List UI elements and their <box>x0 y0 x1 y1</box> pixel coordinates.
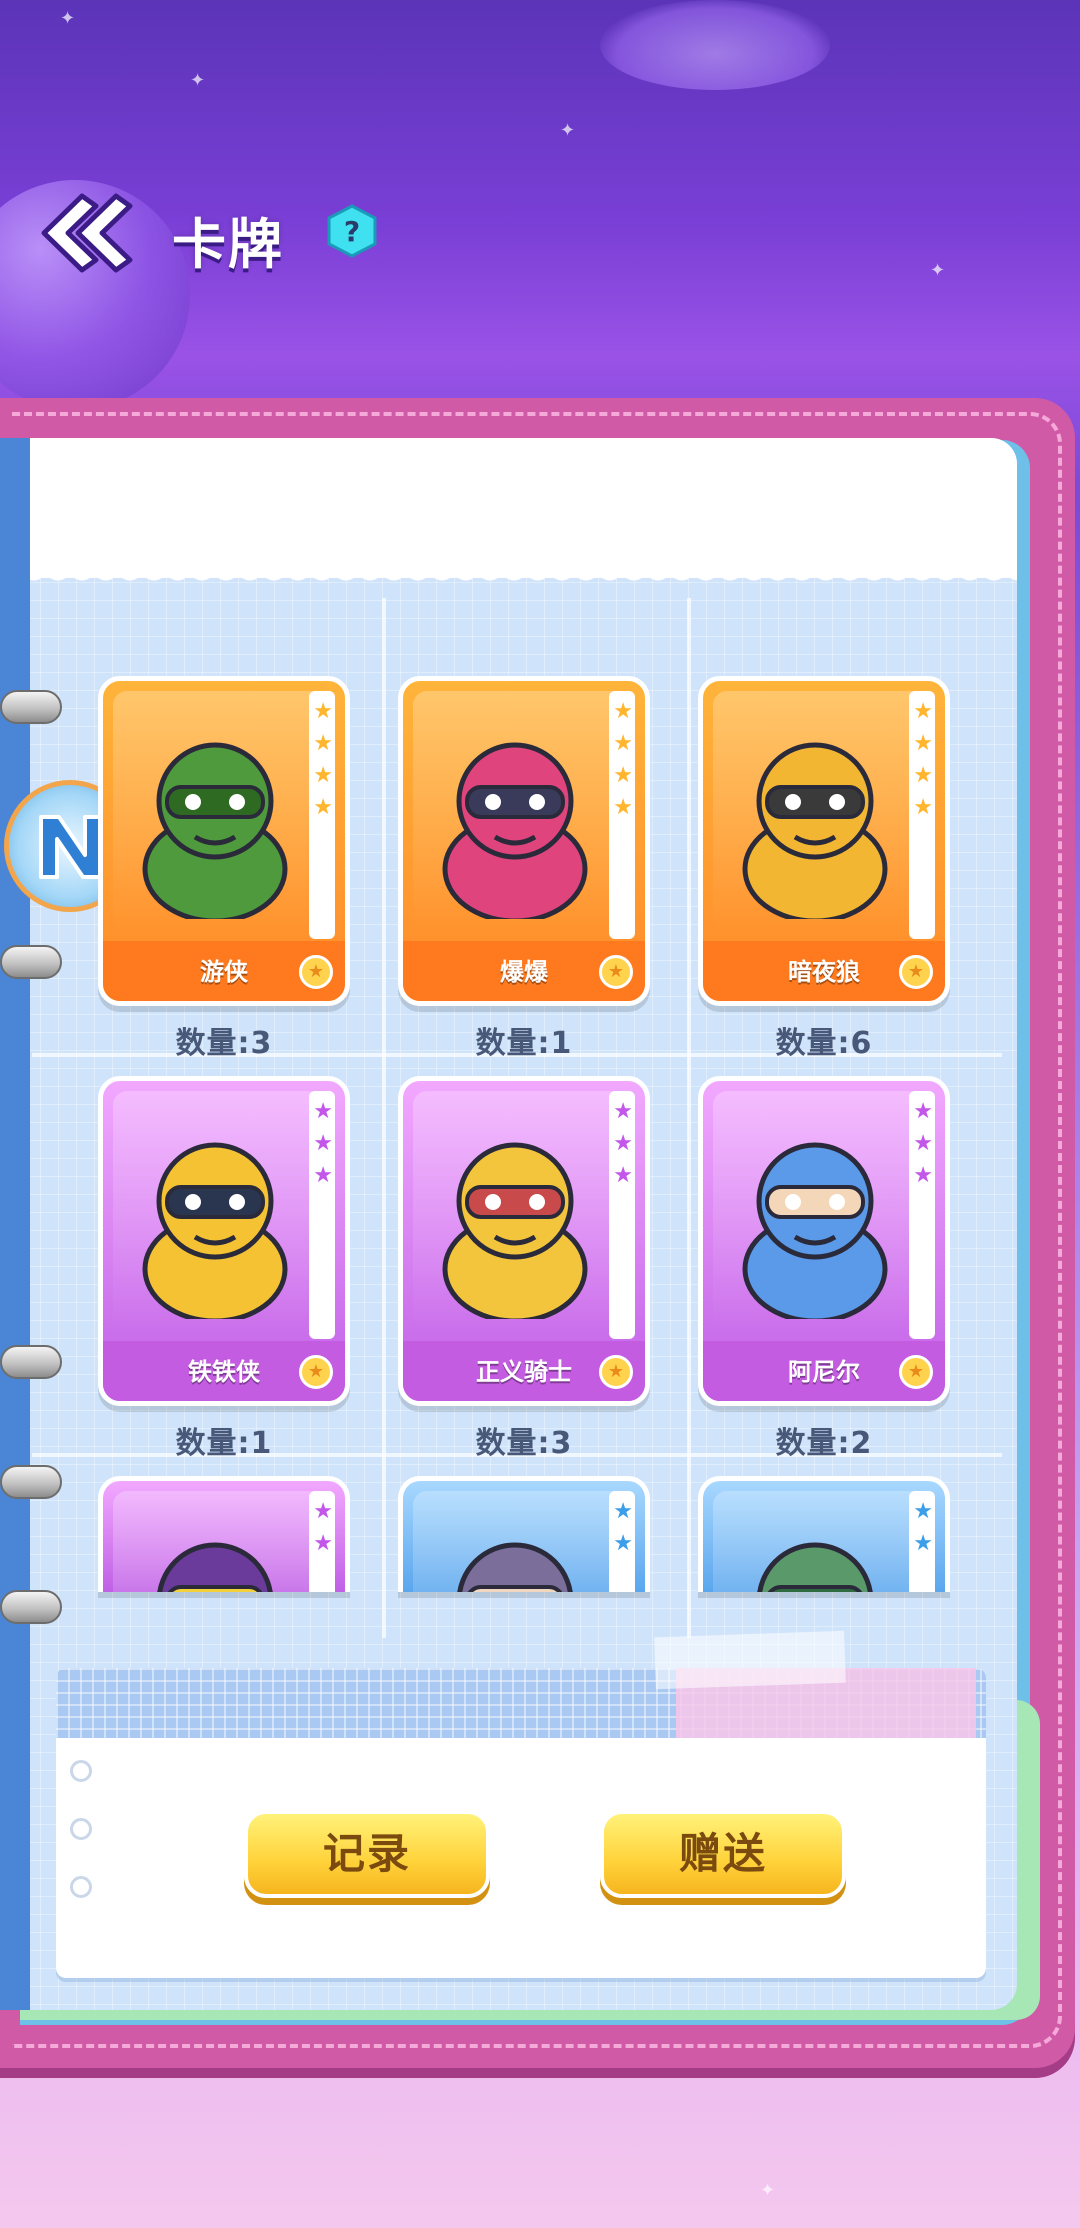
star-icon: ★ <box>613 731 633 756</box>
character-portrait <box>142 742 288 919</box>
binder-ring <box>0 1590 62 1624</box>
star-badge-icon: ★ <box>899 1355 933 1389</box>
card-rarity-stripe <box>909 1091 935 1339</box>
star-decoration: ✦ <box>190 70 206 91</box>
star-decoration: ✦ <box>60 8 76 29</box>
binder-ring <box>0 945 62 979</box>
star-decoration: ✦ <box>930 260 946 281</box>
grid-divider <box>687 598 691 1638</box>
star-icon: ★ <box>913 1131 933 1156</box>
star-icon: ★ <box>913 699 933 724</box>
paper-hole <box>70 1760 92 1782</box>
star-icon: ★ <box>313 1499 333 1524</box>
card-count: 数量:6 <box>775 1026 873 1061</box>
card-item[interactable]: ★ ★ ★ 铁铁侠 ★ <box>98 1076 350 1406</box>
star-icon: ★ <box>313 763 333 788</box>
star-decoration: ✦ <box>560 120 576 141</box>
star-icon: ★ <box>313 699 333 724</box>
star-badge-icon: ★ <box>899 955 933 989</box>
star-icon: ★ <box>613 699 633 724</box>
svg-text:?: ? <box>344 215 360 248</box>
star-icon: ★ <box>913 1531 933 1556</box>
star-icon: ★ <box>313 795 333 820</box>
page-scallop-edge <box>22 568 1017 592</box>
binder-ring <box>0 1465 62 1499</box>
card-item[interactable]: ★ ★ ★ 正义骑士 ★ <box>398 1076 650 1406</box>
character-portrait <box>742 1142 888 1319</box>
star-icon: ★ <box>313 1163 333 1188</box>
star-icon: ★ <box>613 1531 633 1556</box>
star-badge-icon: ★ <box>599 955 633 989</box>
card-count: 数量:3 <box>475 1426 573 1461</box>
character-portrait <box>742 742 888 919</box>
page-header-strip <box>22 438 1017 578</box>
character-portrait <box>142 1142 288 1319</box>
record-button[interactable]: 记录 <box>244 1810 490 1898</box>
star-icon: ★ <box>313 1099 333 1124</box>
paper-hole <box>70 1876 92 1898</box>
character-portrait <box>757 1542 873 1592</box>
card-item[interactable]: ★ ★ <box>398 1476 650 1592</box>
star-icon: ★ <box>613 795 633 820</box>
action-panel <box>56 1668 986 1978</box>
card-item[interactable]: ★ ★ ★ ★ 爆爆 ★ <box>398 676 650 1006</box>
question-hex-icon: ? <box>327 204 377 258</box>
character-portrait <box>442 1142 588 1319</box>
star-icon: ★ <box>613 1131 633 1156</box>
card-item[interactable]: ★ ★ ★ ★ 游侠 ★ <box>98 676 350 1006</box>
binder-ring <box>0 1345 62 1379</box>
card-item[interactable]: ★ ★ ★ ★ 暗夜狼 ★ <box>698 676 950 1006</box>
paper-hole <box>70 1818 92 1840</box>
card-item[interactable]: ★ ★ <box>98 1476 350 1592</box>
back-button[interactable] <box>34 188 134 278</box>
card-count: 数量:1 <box>175 1426 273 1461</box>
card-count: 数量:1 <box>475 1026 573 1061</box>
star-icon: ★ <box>313 1131 333 1156</box>
card-item[interactable]: ★ ★ <box>698 1476 950 1592</box>
star-badge-icon: ★ <box>299 1355 333 1389</box>
page-binding-strip <box>0 438 30 2010</box>
gift-button[interactable]: 赠送 <box>600 1810 846 1898</box>
star-icon: ★ <box>613 1499 633 1524</box>
star-icon: ★ <box>613 1163 633 1188</box>
star-badge-icon: ★ <box>599 1355 633 1389</box>
card-rarity-stripe <box>309 1091 335 1339</box>
character-portrait <box>157 1542 273 1592</box>
character-portrait <box>442 742 588 919</box>
card-rarity-stripe <box>609 1091 635 1339</box>
star-icon: ★ <box>313 1531 333 1556</box>
page-title: 卡牌 <box>172 213 284 276</box>
help-button[interactable]: ? <box>325 204 379 258</box>
star-icon: ★ <box>913 1163 933 1188</box>
binder-ring <box>0 690 62 724</box>
star-icon: ★ <box>613 1099 633 1124</box>
star-badge-icon: ★ <box>299 955 333 989</box>
card-count: 数量:3 <box>175 1026 273 1061</box>
star-icon: ★ <box>913 763 933 788</box>
star-icon: ★ <box>313 731 333 756</box>
ufo-decoration <box>600 0 830 90</box>
star-icon: ★ <box>913 1499 933 1524</box>
double-chevron-left-icon <box>41 193 133 273</box>
star-icon: ★ <box>913 795 933 820</box>
star-icon: ★ <box>613 763 633 788</box>
card-item[interactable]: ★ ★ ★ 阿尼尔 ★ <box>698 1076 950 1406</box>
character-portrait <box>457 1542 573 1592</box>
star-icon: ★ <box>913 1099 933 1124</box>
tape-decoration <box>654 1630 846 1690</box>
card-count: 数量:2 <box>775 1426 873 1461</box>
star-decoration: ✦ <box>760 2180 776 2201</box>
star-icon: ★ <box>913 731 933 756</box>
grid-divider <box>382 598 386 1638</box>
